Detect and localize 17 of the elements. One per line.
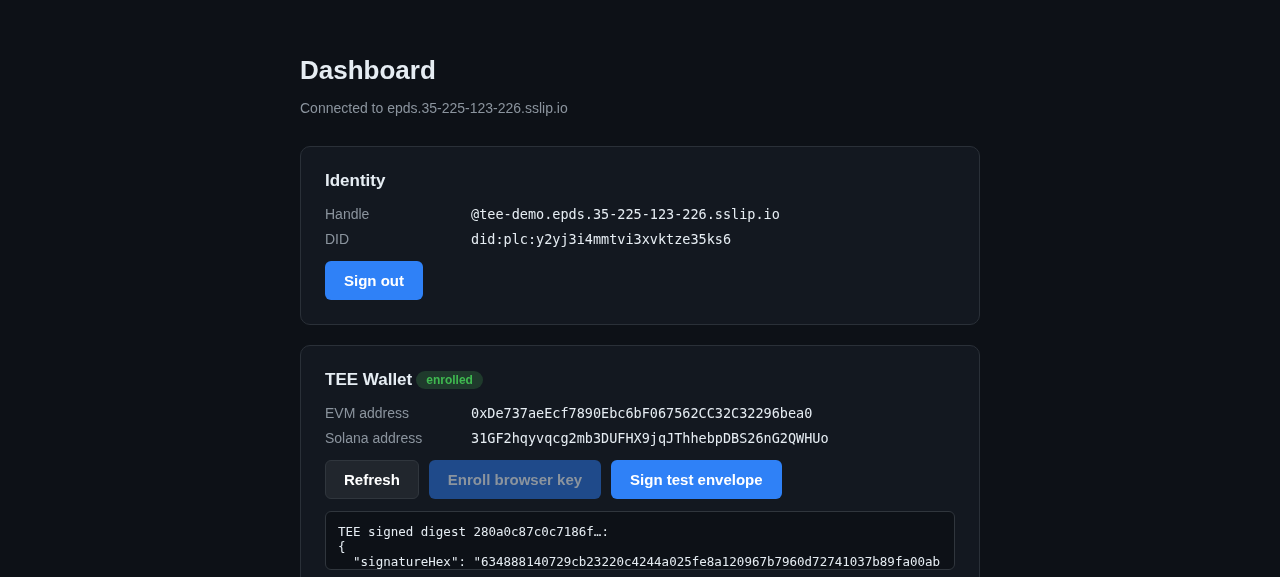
card-title: Identity bbox=[325, 171, 386, 191]
field-value: @tee-demo.epds.35-225-123-226.sslip.io bbox=[471, 205, 781, 224]
field-label: Handle bbox=[325, 205, 371, 224]
connection-text: Connected to epds.35-225-123-226.sslip.io bbox=[300, 100, 569, 116]
field-label: DID bbox=[325, 230, 351, 249]
field-value: did:plc:y2yj3i4mmtvi3xvktze35ks6 bbox=[471, 230, 733, 249]
page-title: Dashboard bbox=[300, 54, 437, 86]
output-log: TEE signed digest 280a0c87c0c7186f…: { "signatureHex": "634888140729cb23220c4244a025fe8a120967b7960d72741037b89fa00ab bbox=[325, 511, 955, 570]
field-label: EVM address bbox=[325, 404, 411, 423]
action-button[interactable]: Sign out bbox=[325, 261, 423, 300]
status-badge: enrolled bbox=[416, 371, 483, 389]
card-title: TEE Wallet bbox=[325, 370, 413, 390]
field-label: Solana address bbox=[325, 429, 424, 448]
action-button[interactable]: Refresh bbox=[325, 460, 419, 499]
field-value: 31GF2hqyvqcg2mb3DUFHX9jqJThhebpDBS26nG2QWHUo bbox=[471, 429, 830, 448]
field-value: 0xDe737aeEcf7890Ebc6bF067562CC32C32296bea0 bbox=[471, 404, 814, 423]
action-button[interactable]: Sign test envelope bbox=[611, 460, 782, 499]
